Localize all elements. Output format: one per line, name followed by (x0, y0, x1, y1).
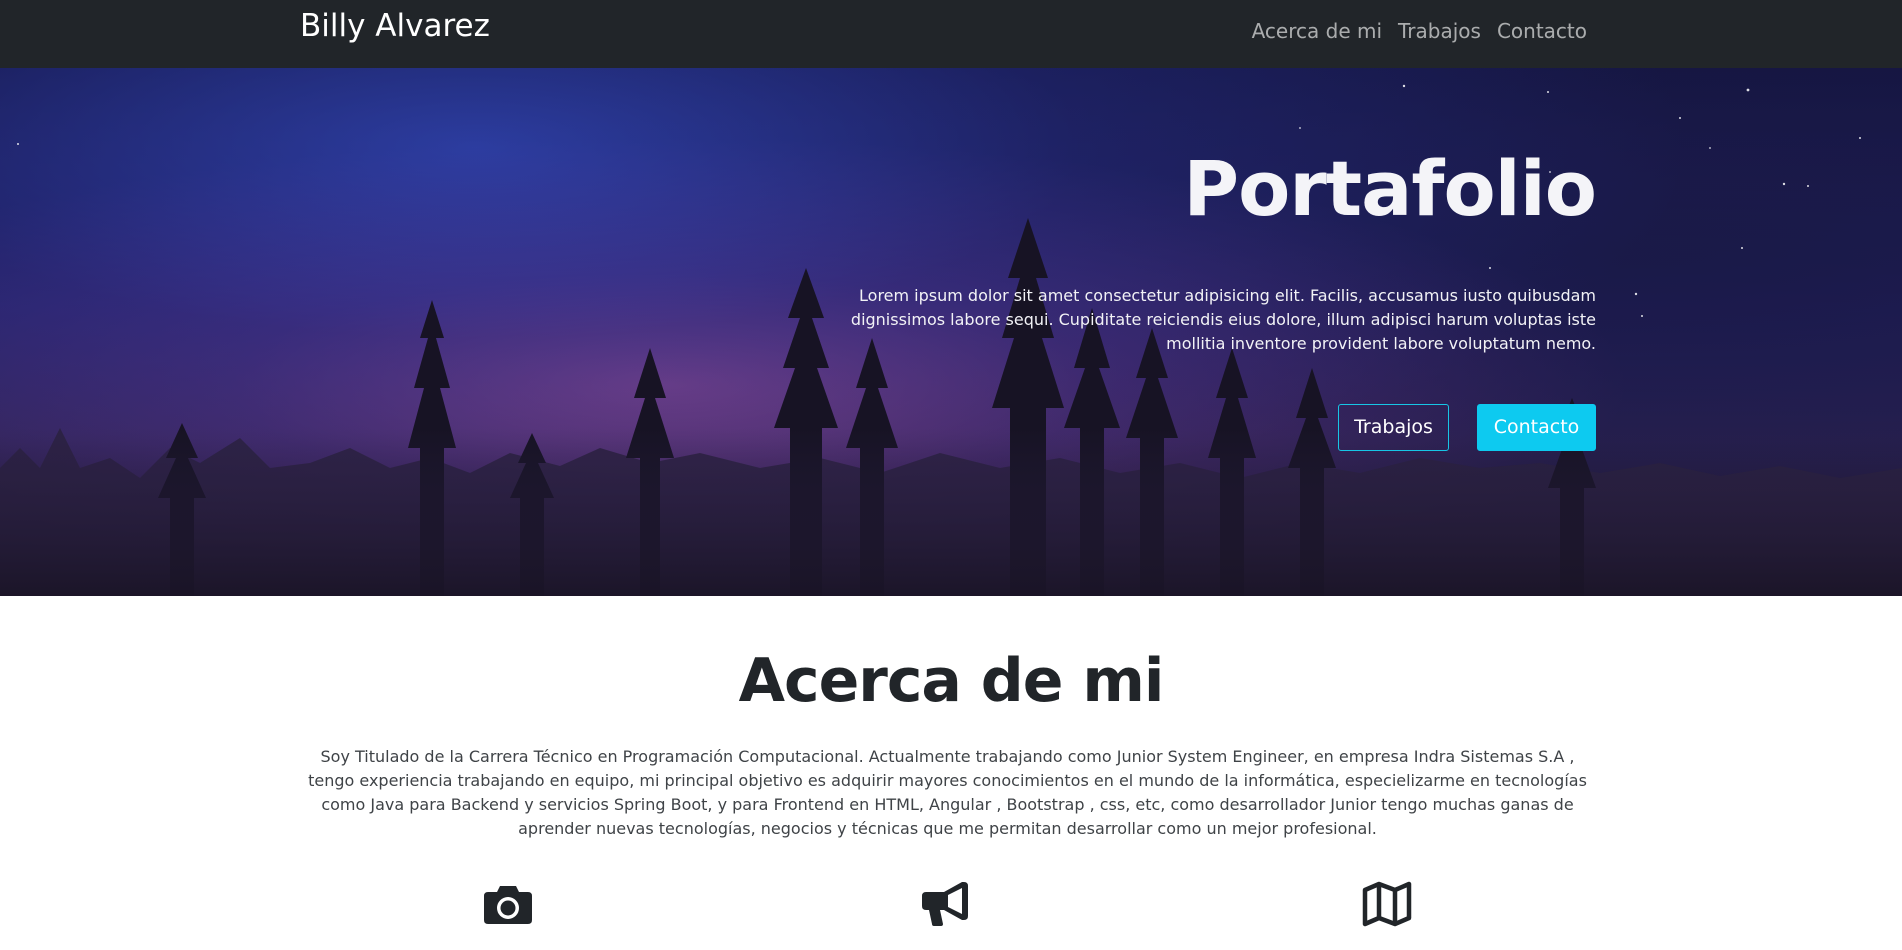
nav-link-works[interactable]: Trabajos (1398, 19, 1481, 43)
about-description: Soy Titulado de la Carrera Técnico en Pr… (308, 747, 1587, 838)
nav-links: Acerca de mi Trabajos Contacto (1252, 19, 1587, 43)
nav-link-about[interactable]: Acerca de mi (1252, 19, 1382, 43)
navbar: Billy Alvarez Acerca de mi Trabajos Cont… (0, 0, 1902, 68)
brand-link[interactable]: Billy Alvarez (300, 8, 490, 44)
about-title: Acerca de mi (738, 646, 1165, 716)
hero-description: Lorem ipsum dolor sit amet consectetur a… (850, 286, 1596, 353)
hero-title: Portafolio (1183, 144, 1597, 233)
hero-section: Portafolio Lorem ipsum dolor sit amet co… (0, 68, 1902, 596)
map-icon (1362, 881, 1412, 927)
camera-icon (484, 886, 532, 924)
nav-link-contact[interactable]: Contacto (1497, 19, 1587, 43)
bullhorn-icon (922, 882, 968, 926)
contact-button[interactable]: Contacto (1477, 404, 1596, 451)
works-button[interactable]: Trabajos (1338, 404, 1449, 451)
